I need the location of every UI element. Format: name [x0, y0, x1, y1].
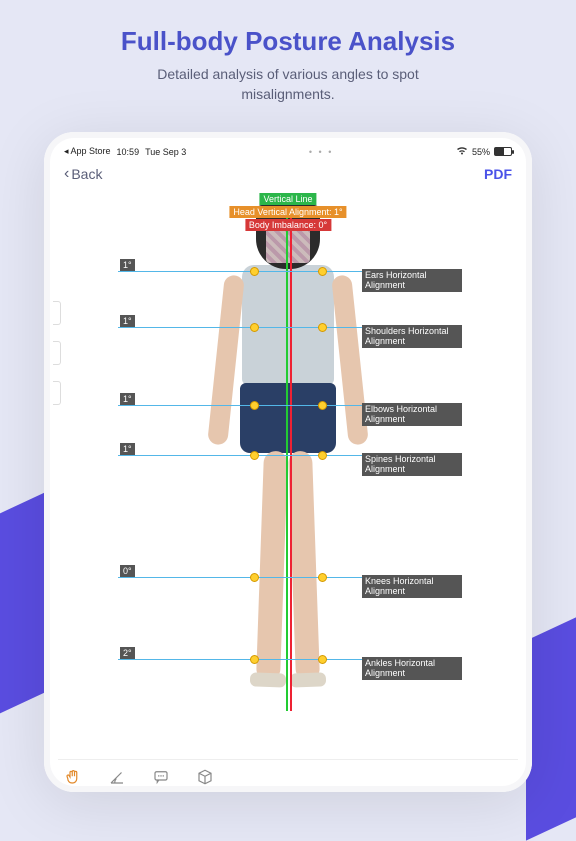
alignment-degree: 0°	[120, 565, 135, 577]
figure-leg-right	[288, 451, 320, 682]
statusbar-ellipsis: • • •	[190, 147, 452, 157]
hero: Full-body Posture Analysis Detailed anal…	[0, 0, 576, 114]
wifi-icon	[456, 146, 468, 157]
back-label: Back	[71, 166, 102, 182]
accent-shape-right	[526, 575, 576, 840]
statusbar-date: Tue Sep 3	[145, 147, 186, 157]
alignment-label: Spines Horizontal Alignment	[362, 453, 462, 476]
analysis-canvas[interactable]: Vertical Line Head Vertical Alignment: 1…	[58, 191, 518, 721]
pdf-button[interactable]: PDF	[484, 166, 512, 182]
back-button[interactable]: ‹ Back	[64, 165, 102, 183]
tag-head-alignment: Head Vertical Alignment: 1°	[229, 206, 346, 218]
cube-icon[interactable]	[196, 768, 214, 786]
alignment-degree: 1°	[120, 315, 135, 327]
landmark-node[interactable]	[318, 573, 327, 582]
landmark-node[interactable]	[318, 655, 327, 664]
landmark-node[interactable]	[250, 401, 259, 410]
landmark-node[interactable]	[250, 451, 259, 460]
statusbar-time: 10:59	[117, 147, 140, 157]
tag-stack: Vertical Line Head Vertical Alignment: 1…	[229, 193, 346, 231]
alignment-label: Shoulders Horizontal Alignment	[362, 325, 462, 348]
hand-icon[interactable]	[64, 768, 82, 786]
side-tab[interactable]	[53, 381, 61, 405]
alignment-label: Ears Horizontal Alignment	[362, 269, 462, 292]
landmark-node[interactable]	[250, 655, 259, 664]
nav-bar: ‹ Back PDF	[58, 163, 518, 191]
landmark-node[interactable]	[250, 323, 259, 332]
alignment-degree: 2°	[120, 647, 135, 659]
alignment-label: Knees Horizontal Alignment	[362, 575, 462, 598]
battery-icon	[494, 147, 512, 156]
bottom-toolbar	[58, 759, 518, 786]
alignment-label: Ankles Horizontal Alignment	[362, 657, 462, 680]
landmark-node[interactable]	[318, 401, 327, 410]
landmark-node[interactable]	[318, 323, 327, 332]
landmark-node[interactable]	[250, 573, 259, 582]
tag-body-imbalance: Body Imbalance: 0°	[245, 219, 331, 231]
device-frame: ◂ App Store 10:59 Tue Sep 3 • • • 55% ‹ …	[44, 132, 532, 792]
body-figure	[218, 205, 358, 715]
vertical-line-red	[290, 211, 292, 711]
angle-icon[interactable]	[108, 768, 126, 786]
status-bar: ◂ App Store 10:59 Tue Sep 3 • • • 55%	[58, 144, 518, 163]
vertical-line-green	[286, 211, 288, 711]
side-tab[interactable]	[53, 301, 61, 325]
comment-icon[interactable]	[152, 768, 170, 786]
landmark-node[interactable]	[318, 267, 327, 276]
alignment-degree: 1°	[120, 443, 135, 455]
side-tab[interactable]	[53, 341, 61, 365]
alignment-degree: 1°	[120, 259, 135, 271]
statusbar-source[interactable]: ◂ App Store	[64, 146, 111, 157]
battery-percent: 55%	[472, 147, 490, 157]
tag-vertical-line: Vertical Line	[259, 193, 316, 205]
figure-leg-left	[256, 451, 288, 682]
alignment-degree: 1°	[120, 393, 135, 405]
landmark-node[interactable]	[318, 451, 327, 460]
hero-title: Full-body Posture Analysis	[40, 26, 536, 57]
hero-subtitle: Detailed analysis of various angles to s…	[128, 65, 448, 104]
landmark-node[interactable]	[250, 267, 259, 276]
chevron-left-icon: ‹	[64, 165, 69, 183]
figure-shorts	[240, 383, 336, 453]
alignment-label: Elbows Horizontal Alignment	[362, 403, 462, 426]
